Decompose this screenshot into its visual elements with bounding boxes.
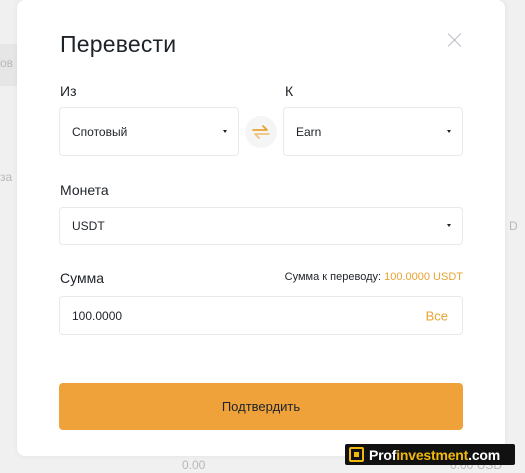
available-amount-prefix: Сумма к переводу: bbox=[284, 271, 382, 283]
coin-select[interactable]: USDT bbox=[59, 207, 463, 245]
to-account-select[interactable]: Earn bbox=[283, 107, 463, 156]
swap-arrows-icon bbox=[252, 125, 270, 139]
chevron-down-icon bbox=[223, 129, 227, 133]
available-amount-hint: Сумма к переводу: 100.0000 USDT bbox=[285, 271, 463, 283]
swap-button[interactable] bbox=[245, 116, 277, 148]
backdrop-text: D bbox=[509, 219, 518, 233]
watermark-logo: Profinvestment.com bbox=[345, 444, 515, 465]
from-label: Из bbox=[60, 83, 77, 99]
close-icon[interactable] bbox=[447, 32, 463, 48]
watermark-part: Prof bbox=[369, 446, 397, 463]
transfer-dialog: Перевести Из Спотовый К Earn Монета USDT… bbox=[17, 0, 505, 456]
from-account-select[interactable]: Спотовый bbox=[59, 107, 239, 156]
backdrop-text: ов bbox=[0, 56, 14, 70]
chevron-down-icon bbox=[447, 224, 451, 227]
watermark-part: investment bbox=[396, 446, 469, 463]
coin-value: USDT bbox=[72, 219, 105, 233]
amount-input[interactable]: 100.0000 Все bbox=[59, 296, 463, 335]
chevron-down-icon bbox=[447, 129, 451, 133]
available-amount-value: 100.0000 USDT bbox=[384, 271, 463, 283]
amount-label: Сумма bbox=[60, 270, 104, 286]
confirm-button[interactable]: Подтвердить bbox=[59, 383, 463, 430]
watermark-text: Profinvestment.com bbox=[369, 447, 500, 463]
dialog-title: Перевести bbox=[60, 31, 177, 57]
max-all-button[interactable]: Все bbox=[426, 308, 448, 323]
backdrop-text: за bbox=[0, 170, 13, 184]
backdrop-value: 0.00 bbox=[182, 458, 206, 472]
amount-value: 100.0000 bbox=[72, 308, 123, 323]
logo-icon bbox=[349, 447, 364, 462]
from-account-value: Спотовый bbox=[72, 124, 128, 139]
watermark-part: .com bbox=[468, 446, 501, 463]
to-label: К bbox=[285, 83, 294, 99]
to-account-value: Earn bbox=[296, 124, 322, 139]
coin-label: Монета bbox=[60, 182, 109, 198]
